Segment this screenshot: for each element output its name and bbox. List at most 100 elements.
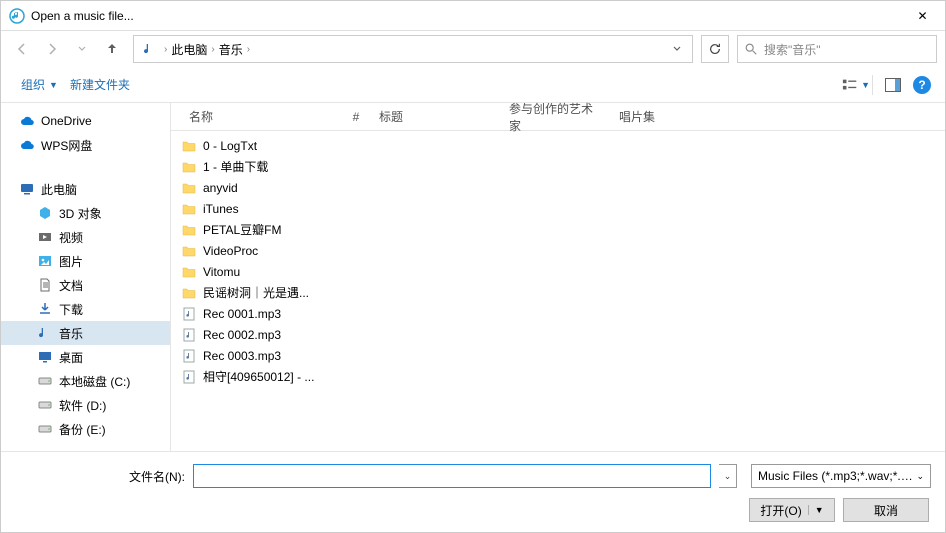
filename-input[interactable] [193, 464, 711, 488]
filename-dropdown[interactable]: ⌄ [719, 464, 737, 488]
sidebar-item-label: 3D 对象 [59, 205, 102, 222]
pc-icon [19, 181, 35, 197]
audio-file-icon [181, 327, 197, 343]
file-name: Rec 0003.mp3 [203, 349, 281, 363]
sidebar-item-label: 本地磁盘 (C:) [59, 373, 130, 390]
file-row[interactable]: iTunes [171, 198, 945, 219]
back-button[interactable] [9, 36, 35, 62]
breadcrumb-seg[interactable]: 音乐 [217, 41, 245, 58]
file-row[interactable]: anyvid [171, 177, 945, 198]
sidebar-item[interactable]: 3D 对象 [1, 201, 170, 225]
file-name: 1 - 单曲下载 [203, 158, 268, 175]
file-row[interactable]: Rec 0001.mp3 [171, 303, 945, 324]
sidebar-item[interactable]: WPS网盘 [1, 133, 170, 157]
music-icon [142, 41, 158, 57]
sidebar-item[interactable]: 桌面 [1, 345, 170, 369]
titlebar: Open a music file... ✕ [1, 1, 945, 31]
sidebar-item[interactable]: 此电脑 [1, 177, 170, 201]
search-placeholder: 搜索"音乐" [764, 41, 821, 58]
file-row[interactable]: 1 - 单曲下载 [171, 156, 945, 177]
sidebar-item[interactable]: 软件 (D:) [1, 393, 170, 417]
up-button[interactable] [99, 36, 125, 62]
file-name: iTunes [203, 202, 239, 216]
breadcrumb-seg[interactable]: 此电脑 [169, 41, 209, 58]
file-row[interactable]: 0 - LogTxt [171, 135, 945, 156]
file-rows: 0 - LogTxt 1 - 单曲下载 anyvid iTunes PETAL豆瓣FM V… [171, 131, 945, 391]
col-artist[interactable]: 参与创作的艺术家 [501, 100, 611, 134]
sidebar-item-label: 下载 [59, 301, 83, 318]
sidebar-item-label: 视频 [59, 229, 83, 246]
sidebar-item-label: WPS网盘 [41, 137, 92, 154]
filename-label: 文件名(N): [15, 468, 185, 485]
file-list: 名称 # 标题 参与创作的艺术家 唱片集 0 - LogTxt 1 - 单曲下载 a… [171, 103, 945, 457]
view-options-button[interactable]: ▼ [842, 73, 870, 97]
col-album[interactable]: 唱片集 [611, 108, 691, 125]
audio-file-icon [181, 348, 197, 364]
file-name: PETAL豆瓣FM [203, 221, 281, 238]
col-num[interactable]: # [341, 110, 371, 124]
sidebar-item-label: 图片 [59, 253, 83, 270]
col-name[interactable]: 名称 [181, 108, 341, 125]
refresh-button[interactable] [701, 35, 729, 63]
disk-icon [37, 421, 53, 437]
file-row[interactable]: Vitomu [171, 261, 945, 282]
preview-pane-button[interactable] [879, 73, 907, 97]
sidebar-item-label: 备份 (E:) [59, 421, 106, 438]
forward-button[interactable] [39, 36, 65, 62]
help-button[interactable]: ? [913, 76, 931, 94]
disk-icon [37, 397, 53, 413]
file-row[interactable]: 民谣树洞｜光是遇... [171, 282, 945, 303]
filetype-select[interactable]: Music Files (*.mp3;*.wav;*.m4 ⌄ [751, 464, 931, 488]
sidebar-item[interactable]: 本地磁盘 (C:) [1, 369, 170, 393]
main-area: OneDrive WPS网盘此电脑 3D 对象视频图片文档下载音乐桌面本地磁盘 (C… [1, 103, 945, 457]
cloud-icon [19, 113, 35, 129]
search-input[interactable]: 搜索"音乐" [737, 35, 937, 63]
sidebar-item[interactable]: 音乐 [1, 321, 170, 345]
audio-file-icon [181, 306, 197, 322]
sidebar-item[interactable]: 备份 (E:) [1, 417, 170, 441]
file-name: Vitomu [203, 265, 240, 279]
file-row[interactable]: 相守[409650012] - ... [171, 366, 945, 387]
folder-icon [181, 138, 197, 154]
file-row[interactable]: PETAL豆瓣FM [171, 219, 945, 240]
doc-icon [37, 277, 53, 293]
file-name: anyvid [203, 181, 238, 195]
close-button[interactable]: ✕ [900, 1, 945, 31]
col-title[interactable]: 标题 [371, 108, 501, 125]
chevron-down-icon: ▼ [808, 505, 824, 515]
column-headers: 名称 # 标题 参与创作的艺术家 唱片集 [171, 103, 945, 131]
file-row[interactable]: Rec 0002.mp3 [171, 324, 945, 345]
desktop-icon [37, 349, 53, 365]
sidebar-item-label: 软件 (D:) [59, 397, 106, 414]
sidebar-item[interactable]: 文档 [1, 273, 170, 297]
sidebar: OneDrive WPS网盘此电脑 3D 对象视频图片文档下载音乐桌面本地磁盘 (C… [1, 103, 171, 457]
sidebar-item-label: 此电脑 [41, 181, 77, 198]
chevron-right-icon: › [162, 44, 169, 55]
sidebar-item[interactable]: 视频 [1, 225, 170, 249]
chevron-down-icon[interactable] [666, 44, 688, 54]
organize-menu[interactable]: 组织 ▼ [15, 72, 64, 97]
open-button[interactable]: 打开(O) ▼ [749, 498, 835, 522]
video-icon [37, 229, 53, 245]
cancel-button[interactable]: 取消 [843, 498, 929, 522]
music-icon [37, 325, 53, 341]
navbar: › 此电脑 › 音乐 › 搜索"音乐" [1, 31, 945, 67]
address-bar[interactable]: › 此电脑 › 音乐 › [133, 35, 693, 63]
folder-icon [181, 243, 197, 259]
disk-icon [37, 373, 53, 389]
chevron-right-icon: › [209, 44, 216, 55]
cube-icon [37, 205, 53, 221]
toolbar: 组织 ▼ 新建文件夹 ▼ ? [1, 67, 945, 103]
new-folder-button[interactable]: 新建文件夹 [64, 72, 136, 97]
chevron-down-icon: ⌄ [916, 471, 924, 482]
folder-icon [181, 180, 197, 196]
folder-icon [181, 285, 197, 301]
image-icon [37, 253, 53, 269]
file-row[interactable]: Rec 0003.mp3 [171, 345, 945, 366]
file-row[interactable]: VideoProc [171, 240, 945, 261]
recent-dropdown[interactable] [69, 36, 95, 62]
sidebar-item[interactable]: OneDrive [1, 109, 170, 133]
sidebar-item[interactable]: 图片 [1, 249, 170, 273]
sidebar-item[interactable]: 下载 [1, 297, 170, 321]
app-icon [9, 8, 25, 24]
